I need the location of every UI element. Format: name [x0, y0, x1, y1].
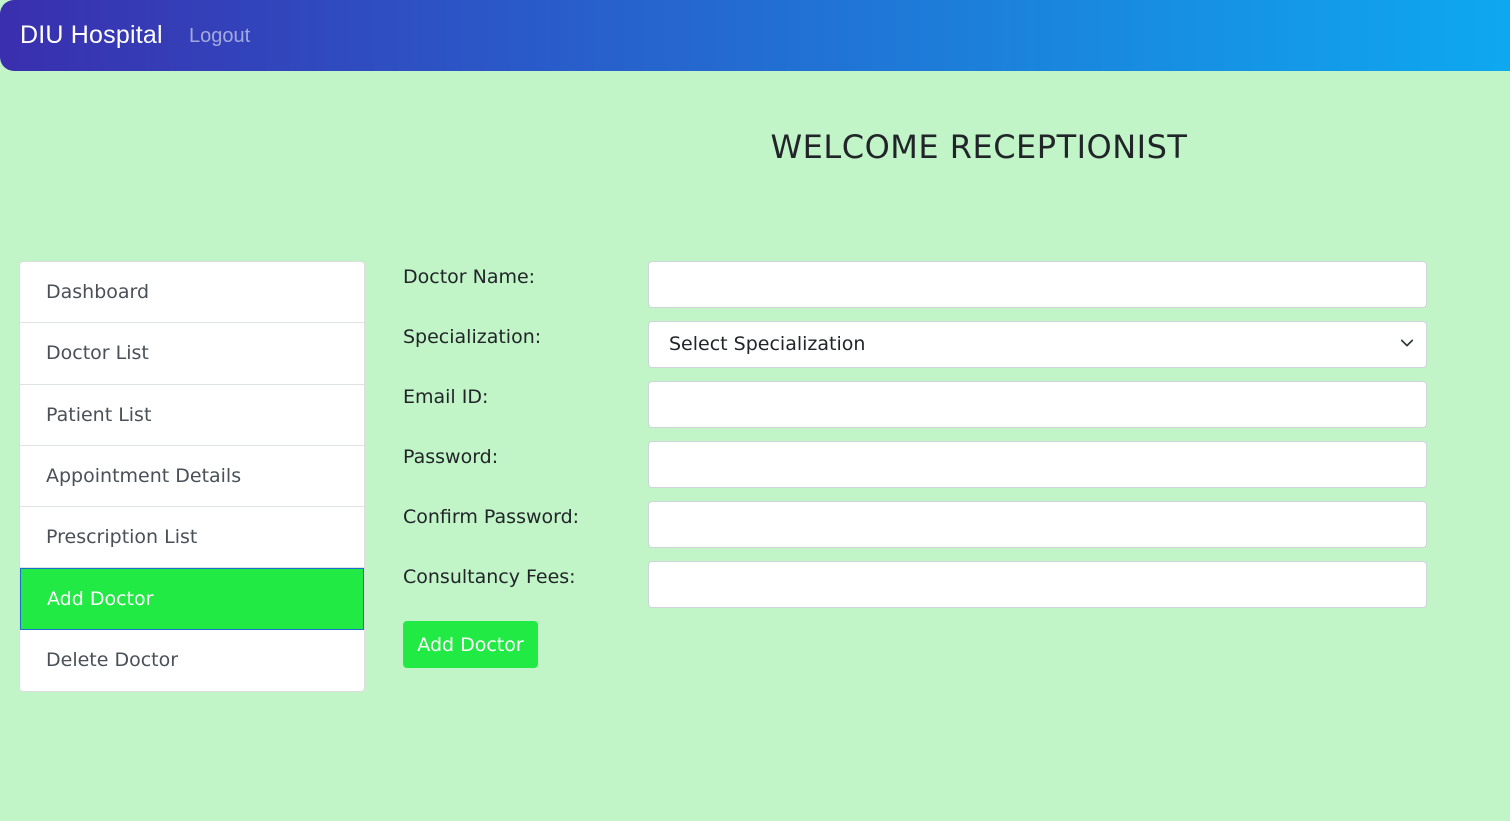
- sidebar-item-doctor-list[interactable]: Doctor List: [20, 323, 364, 385]
- password-label: Password:: [403, 446, 499, 468]
- sidebar-item-appointment-details[interactable]: Appointment Details: [20, 446, 364, 508]
- confirm-password-input[interactable]: [648, 501, 1427, 548]
- specialization-label: Specialization:: [403, 326, 542, 348]
- sidebar-item-patient-list[interactable]: Patient List: [20, 385, 364, 446]
- doctor-name-label: Doctor Name:: [403, 266, 536, 288]
- brand-logo-text[interactable]: DIU Hospital: [20, 21, 163, 50]
- form-row-specialization: Specialization: Select Specialization: [403, 321, 1427, 368]
- form-row-email: Email ID:: [403, 381, 1427, 428]
- logout-link[interactable]: Logout: [189, 25, 250, 48]
- sidebar-menu: Dashboard Doctor List Patient List Appoi…: [19, 261, 365, 693]
- form-row-consultancy-fees: Consultancy Fees:: [403, 561, 1427, 608]
- page-title: WELCOME RECEPTIONIST: [770, 128, 1188, 166]
- form-row-doctor-name: Doctor Name:: [403, 261, 1427, 308]
- sidebar-item-delete-doctor[interactable]: Delete Doctor: [20, 630, 364, 691]
- email-label: Email ID:: [403, 386, 489, 408]
- form-row-password: Password:: [403, 441, 1427, 488]
- email-input[interactable]: [648, 381, 1427, 428]
- doctor-name-input[interactable]: [648, 261, 1427, 308]
- chevron-down-icon: [1400, 339, 1414, 347]
- password-input[interactable]: [648, 441, 1427, 488]
- specialization-selected-value: Select Specialization: [669, 333, 866, 355]
- confirm-password-label: Confirm Password:: [403, 506, 580, 528]
- consultancy-fees-label: Consultancy Fees:: [403, 566, 576, 588]
- add-doctor-button[interactable]: Add Doctor: [403, 621, 538, 668]
- sidebar-item-add-doctor[interactable]: Add Doctor: [20, 568, 364, 630]
- consultancy-fees-input[interactable]: [648, 561, 1427, 608]
- top-navbar: DIU Hospital Logout: [0, 0, 1510, 71]
- sidebar-item-dashboard[interactable]: Dashboard: [20, 262, 364, 324]
- specialization-select[interactable]: Select Specialization: [648, 321, 1427, 368]
- form-row-confirm-password: Confirm Password:: [403, 501, 1427, 548]
- sidebar-item-prescription-list[interactable]: Prescription List: [20, 507, 364, 569]
